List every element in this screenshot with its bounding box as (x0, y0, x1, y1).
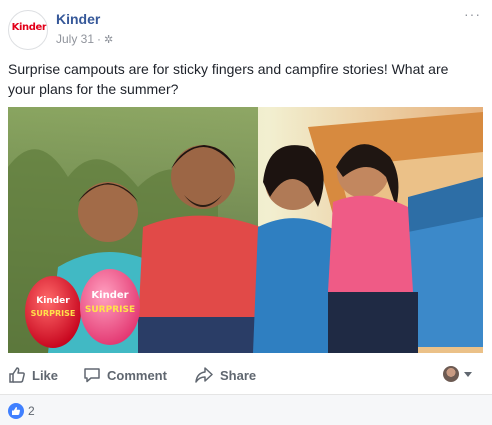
share-button[interactable]: Share (194, 363, 256, 387)
more-options-icon[interactable]: ··· (464, 7, 482, 21)
egg-product-text-1: SURPRISE (31, 309, 76, 318)
page-name-link[interactable]: Kinder (56, 11, 100, 27)
meta-separator: · (97, 32, 102, 46)
gear-icon[interactable]: ✲ (104, 34, 113, 46)
family-campout-photo: Kinder SURPRISE Kinder SURPRISE (8, 107, 483, 353)
comment-icon (84, 368, 100, 383)
kinder-logo: Kinder (11, 22, 47, 33)
comment-label: Comment (107, 367, 167, 383)
share-label: Share (220, 367, 257, 383)
reaction-count[interactable]: 2 (28, 404, 35, 418)
comment-button[interactable]: Comment (83, 363, 167, 387)
like-thumb-icon[interactable] (8, 403, 24, 419)
like-button[interactable]: Like (8, 363, 58, 387)
like-thumb-glyph (12, 407, 20, 415)
post-actions-bar: Like Comment Share (0, 355, 492, 395)
post-date[interactable]: July 31 (56, 32, 94, 46)
post-meta: July 31 · ✲ (56, 32, 113, 46)
page-avatar[interactable]: Kinder (8, 10, 48, 50)
egg-brand-text-1: Kinder (36, 296, 70, 306)
post-photo[interactable]: Kinder SURPRISE Kinder SURPRISE (8, 107, 483, 353)
egg-product-text-2: SURPRISE (85, 305, 135, 315)
post-caption: Surprise campouts are for sticky fingers… (8, 61, 449, 97)
chevron-down-icon (464, 371, 472, 377)
post-as-selector[interactable] (443, 366, 472, 382)
thumbs-up-icon (9, 367, 25, 383)
viewer-avatar (443, 366, 459, 382)
reactions-bar: 2 (0, 395, 492, 425)
like-label: Like (32, 367, 59, 383)
egg-brand-text-2: Kinder (91, 290, 128, 301)
post-header: Kinder Kinder July 31 · ✲ ··· (0, 0, 492, 58)
facebook-post: Kinder Kinder July 31 · ✲ ··· Surprise cam… (0, 0, 492, 425)
share-arrow-icon (195, 367, 213, 383)
